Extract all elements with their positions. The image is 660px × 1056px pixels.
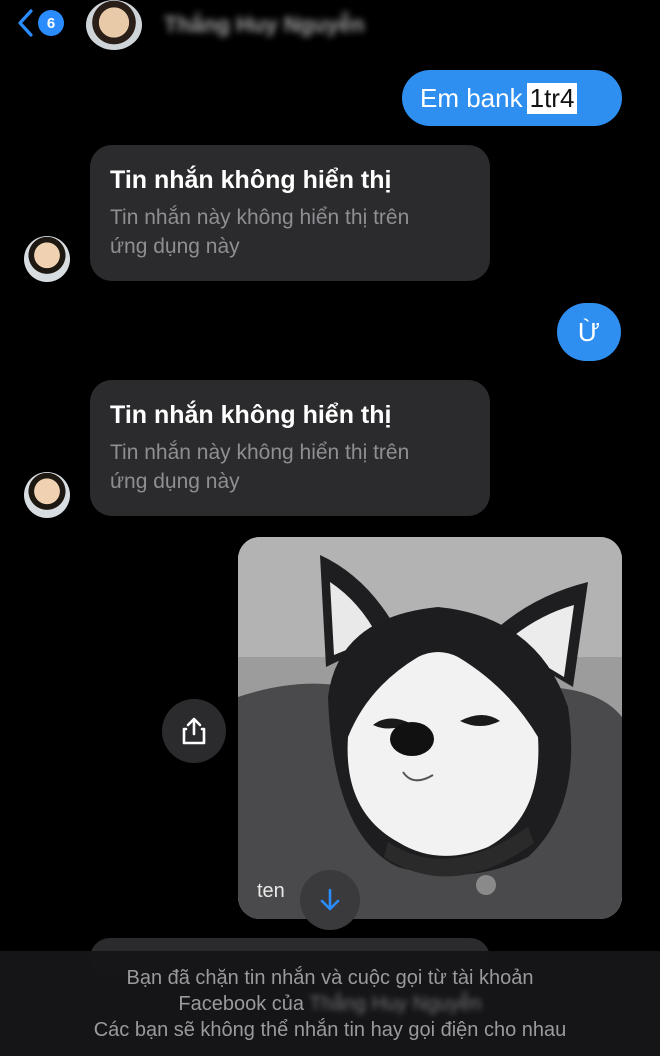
unavailable-description-line1: Tin nhắn này không hiển thị trên [110, 206, 410, 229]
image-caption: ten [257, 880, 285, 902]
unavailable-description-line2: ứng dụng này [110, 235, 240, 258]
unavailable-description: Tin nhắn này không hiển thị trên ứng dụn… [110, 438, 470, 496]
blocked-notice-prefix: Facebook của [178, 993, 310, 1015]
image-message[interactable]: ten [238, 537, 622, 919]
outgoing-message[interactable]: Em bank 1tr4 [402, 70, 622, 126]
unread-count-badge: 6 [38, 10, 64, 36]
share-icon [182, 717, 206, 745]
arrow-down-icon [320, 888, 340, 911]
unavailable-description-line2: ứng dụng này [110, 470, 240, 493]
unavailable-title: Tin nhắn không hiển thị [110, 166, 392, 194]
sender-avatar[interactable] [24, 472, 70, 518]
contact-name[interactable]: Thắng Huy Nguyễn [164, 12, 364, 38]
sender-avatar[interactable] [24, 236, 70, 282]
unavailable-description-line1: Tin nhắn này không hiển thị trên [110, 441, 410, 464]
conversation-header: 6 Thắng Huy Nguyễn [0, 0, 660, 50]
outgoing-message[interactable]: Ừ [557, 303, 621, 361]
contact-avatar[interactable] [86, 0, 142, 50]
chevron-left-icon [18, 9, 33, 37]
highlighted-text: 1tr4 [526, 82, 578, 114]
back-button[interactable]: 6 [16, 6, 64, 40]
blocked-notice-line1: Bạn đã chặn tin nhắn và cuộc gọi từ tài … [126, 967, 534, 989]
blocked-notice-line3: Các bạn sẽ không thể nhắn tin hay gọi đi… [93, 1019, 567, 1041]
message-text: Em bank [420, 82, 523, 113]
blocked-notice-line2: Facebook của Thắng Huy Nguyễn [0, 991, 660, 1017]
message-text: Ừ [577, 316, 601, 347]
incoming-unavailable-message[interactable]: Tin nhắn không hiển thị Tin nhắn này khô… [90, 380, 490, 516]
unavailable-title: Tin nhắn không hiển thị [110, 401, 392, 429]
incoming-unavailable-message[interactable]: Tin nhắn không hiển thị Tin nhắn này khô… [90, 145, 490, 281]
unavailable-description: Tin nhắn này không hiển thị trên ứng dụn… [110, 203, 470, 261]
husky-dog-photo [238, 537, 622, 919]
blocked-contact-name: Thắng Huy Nguyễn [309, 993, 482, 1015]
share-button[interactable] [162, 699, 226, 763]
blocked-notice: Bạn đã chặn tin nhắn và cuộc gọi từ tài … [0, 951, 660, 1056]
scroll-down-button[interactable] [300, 870, 360, 930]
